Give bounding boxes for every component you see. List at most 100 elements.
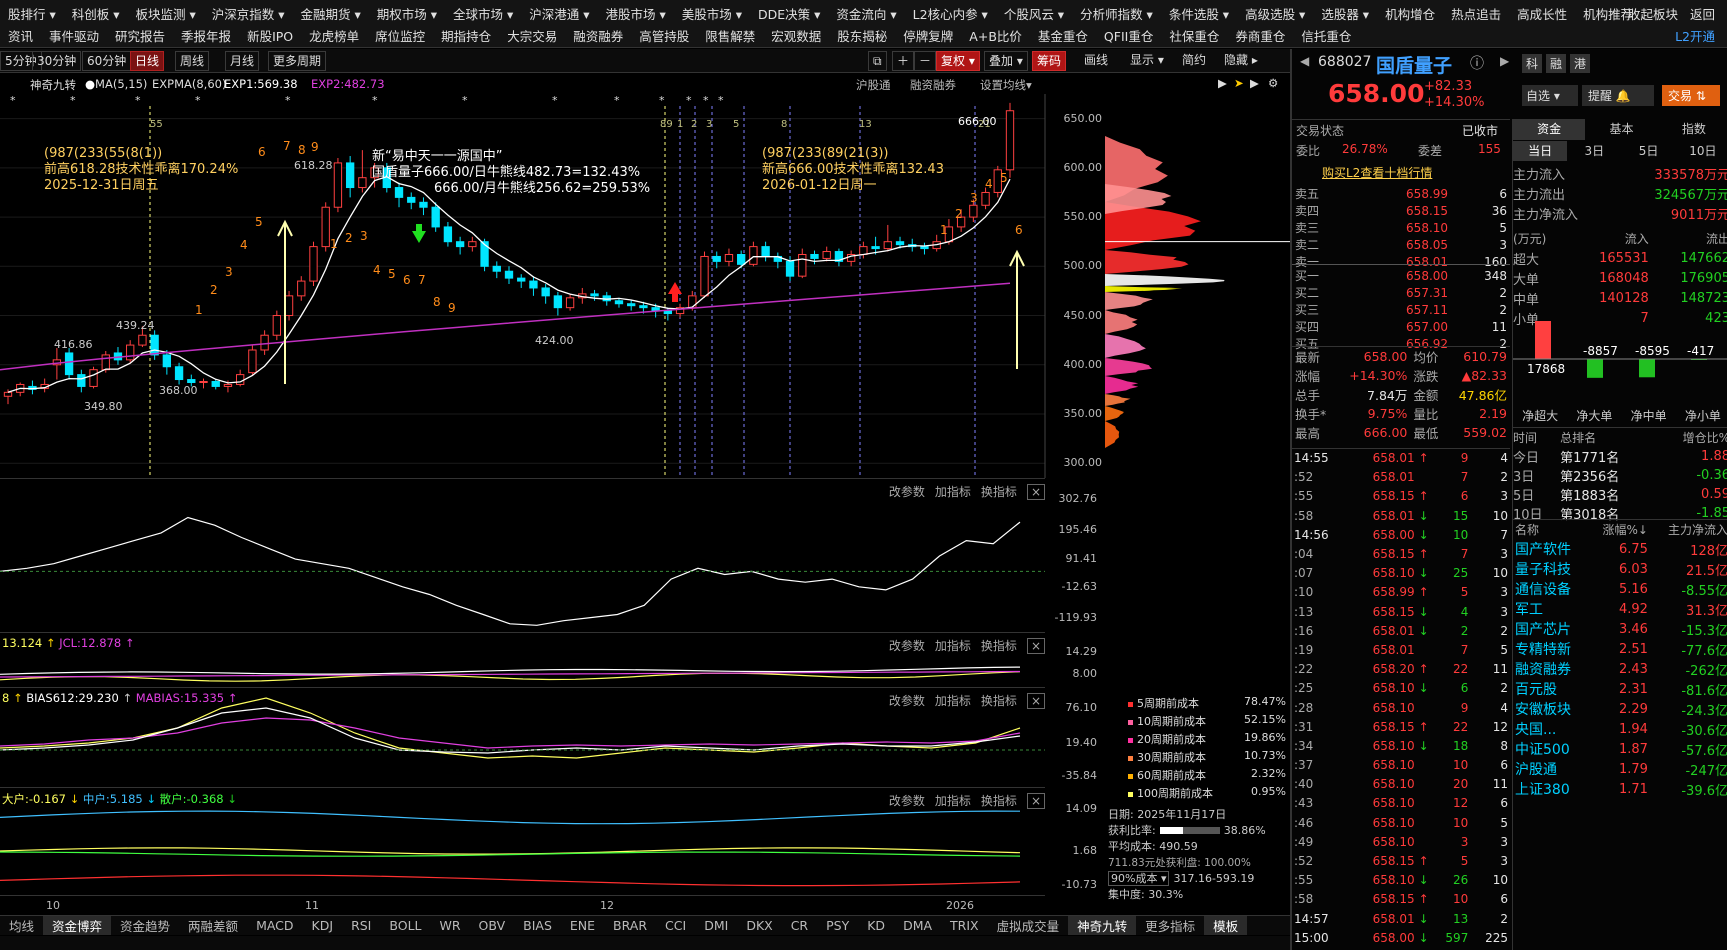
menu2-right-item-0[interactable]: L2开通: [1669, 26, 1721, 45]
candle[interactable]: [762, 242, 769, 262]
tick-row[interactable]: 14:57 658.01 ↓ 13 2: [1292, 909, 1510, 928]
stock-name[interactable]: 国盾量子: [1376, 51, 1452, 78]
layout-icon[interactable]: ⧉: [868, 51, 887, 71]
menu2-item-7[interactable]: 期指持仓: [433, 26, 499, 45]
panel-btn-0[interactable]: 改参数: [889, 485, 925, 499]
alert-button[interactable]: 提醒 🔔: [1582, 85, 1654, 106]
tick-row[interactable]: :58 658.01 ↓ 15 10: [1292, 506, 1510, 525]
bid-row[interactable]: 买二 657.31 2: [1292, 284, 1510, 301]
candle[interactable]: [334, 158, 341, 212]
tag-kechuang[interactable]: 科: [1522, 54, 1542, 73]
tick-row[interactable]: :52 658.01 7 2: [1292, 468, 1510, 487]
menu-item-16[interactable]: 高级选股 ▾: [1237, 4, 1313, 23]
candle[interactable]: [127, 340, 134, 363]
menu-item-10[interactable]: DDE决策 ▾: [750, 4, 828, 23]
menu2-item-0[interactable]: 资讯: [0, 26, 41, 45]
candle[interactable]: [420, 197, 427, 215]
tick-row[interactable]: :28 658.10 9 4: [1292, 698, 1510, 717]
sector-row[interactable]: 通信设备 5.16 -8.55亿: [1513, 579, 1727, 599]
tick-row[interactable]: :34 658.10 ↓ 18 8: [1292, 736, 1510, 755]
candle[interactable]: [505, 266, 512, 284]
menu2-item-1[interactable]: 事件驱动: [41, 26, 107, 45]
gear-icon[interactable]: ⚙: [1268, 76, 1278, 90]
close-icon[interactable]: ×: [1027, 793, 1045, 809]
candle[interactable]: [408, 192, 415, 209]
next-stock-icon[interactable]: ▶: [1500, 54, 1509, 68]
indicator-panel-1[interactable]: 改参数 加指标 换指标 × 302.76 195.46 91.41 -12.63 -119.93: [0, 478, 1045, 632]
candle[interactable]: [469, 237, 476, 252]
indicator-tab-10[interactable]: BIAS: [514, 918, 561, 933]
tag-gang[interactable]: 港: [1570, 54, 1590, 73]
watchlist-button[interactable]: 自选 ▾: [1522, 85, 1578, 106]
panel-btn-1[interactable]: 加指标: [935, 485, 971, 499]
candle[interactable]: [884, 225, 891, 252]
candle[interactable]: [29, 381, 36, 395]
candle[interactable]: [628, 300, 635, 311]
simple-button[interactable]: 简约: [1178, 51, 1210, 71]
panel-btn-0[interactable]: 改参数: [889, 794, 925, 808]
candle[interactable]: [249, 345, 256, 375]
candle[interactable]: [823, 247, 830, 262]
indicator-tab-22[interactable]: 神奇九转: [1068, 916, 1136, 935]
menu-right-item-1[interactable]: 返回: [1684, 4, 1721, 23]
menu-item-18[interactable]: 机构增仓: [1377, 4, 1443, 23]
info-icon[interactable]: ⓘ: [1470, 53, 1484, 73]
menu2-item-15[interactable]: A+B比价: [961, 26, 1030, 45]
menu2-item-10[interactable]: 高管持股: [631, 26, 697, 45]
menu-item-14[interactable]: 分析师指数 ▾: [1072, 4, 1161, 23]
indicator-tab-6[interactable]: RSI: [342, 918, 380, 933]
tick-row[interactable]: :58 658.15 ↑ 10 6: [1292, 890, 1510, 909]
menu2-item-19[interactable]: 券商重仓: [1227, 26, 1293, 45]
sector-row[interactable]: 国产软件 6.75 128亿: [1513, 539, 1727, 559]
sector-table[interactable]: 名称 涨幅%↓ 主力净流入 国产软件 6.75 128亿 量子科技 6.03 21.5亿 通信设备…: [1513, 519, 1727, 799]
indicator-tab-4[interactable]: MACD: [247, 918, 302, 933]
candle[interactable]: [212, 380, 219, 390]
tick-row[interactable]: :40 658.10 20 11: [1292, 775, 1510, 794]
overlay-button[interactable]: 叠加 ▾: [984, 51, 1028, 71]
indicator-panel-3[interactable]: 改参数 加指标 换指标 × 76.10 19.40 -35.84 8 ↑ BIAS612:29…: [0, 687, 1045, 787]
menu2-item-13[interactable]: 股东揭秘: [829, 26, 895, 45]
candle[interactable]: [310, 242, 317, 286]
fund-period-0[interactable]: 当日: [1513, 141, 1567, 161]
indicator-tab-0[interactable]: 均线: [0, 916, 43, 935]
hide-button[interactable]: 隐藏 ▸: [1220, 51, 1262, 71]
menu-item-11[interactable]: 资金流向 ▾: [828, 4, 904, 23]
tick-row[interactable]: :22 658.20 ↑ 22 11: [1292, 660, 1510, 679]
candle[interactable]: [725, 249, 732, 267]
candle[interactable]: [298, 276, 305, 301]
candle[interactable]: [285, 291, 292, 321]
menu-item-4[interactable]: 金融期货 ▾: [293, 4, 369, 23]
indicator-tab-23[interactable]: 更多指标: [1136, 916, 1204, 935]
candle[interactable]: [395, 183, 402, 208]
tick-row[interactable]: :25 658.10 ↓ 6 2: [1292, 679, 1510, 698]
panel-btn-2[interactable]: 换指标: [981, 485, 1017, 499]
indicator-tab-2[interactable]: 资金趋势: [111, 916, 179, 935]
chips-button[interactable]: 筹码: [1032, 51, 1066, 71]
candle[interactable]: [237, 370, 244, 387]
sector-row[interactable]: 沪股通 1.79 -247亿: [1513, 759, 1727, 779]
zoom-in-icon[interactable]: ＋: [892, 51, 914, 71]
indicator-tab-1[interactable]: 资金博弈: [43, 916, 111, 935]
candle[interactable]: [493, 261, 500, 278]
menu-item-7[interactable]: 沪深港通 ▾: [521, 4, 597, 23]
menu-item-5[interactable]: 期权市场 ▾: [369, 4, 445, 23]
indicator-tab-7[interactable]: BOLL: [380, 918, 430, 933]
menu2-item-16[interactable]: 基金重仓: [1030, 26, 1096, 45]
candle[interactable]: [444, 222, 451, 247]
bid-row[interactable]: 买三 657.11 2: [1292, 301, 1510, 318]
sector-row[interactable]: 百元股 2.31 -81.6亿: [1513, 679, 1727, 699]
period-6[interactable]: 更多周期: [268, 51, 326, 71]
menu2-item-9[interactable]: 融资融券: [565, 26, 631, 45]
candle[interactable]: [359, 150, 366, 192]
bid-row[interactable]: 买四 657.00 11: [1292, 318, 1510, 335]
zoom-out-icon[interactable]: －: [914, 51, 936, 71]
candle[interactable]: [847, 251, 854, 267]
candle[interactable]: [713, 252, 720, 269]
menu-item-15[interactable]: 条件选股 ▾: [1161, 4, 1237, 23]
panel-btn-0[interactable]: 改参数: [889, 694, 925, 708]
panel-btn-2[interactable]: 换指标: [981, 694, 1017, 708]
tag-rong[interactable]: 融: [1546, 54, 1566, 73]
sector-row[interactable]: 国产芯片 3.46 -15.3亿: [1513, 619, 1727, 639]
menu2-item-18[interactable]: 社保重仓: [1161, 26, 1227, 45]
candlestick-chart[interactable]: * * * * * * * * * * * * *6 7 8 9543211 2 34 5 6 78 91234 5655 8…: [0, 94, 1108, 478]
